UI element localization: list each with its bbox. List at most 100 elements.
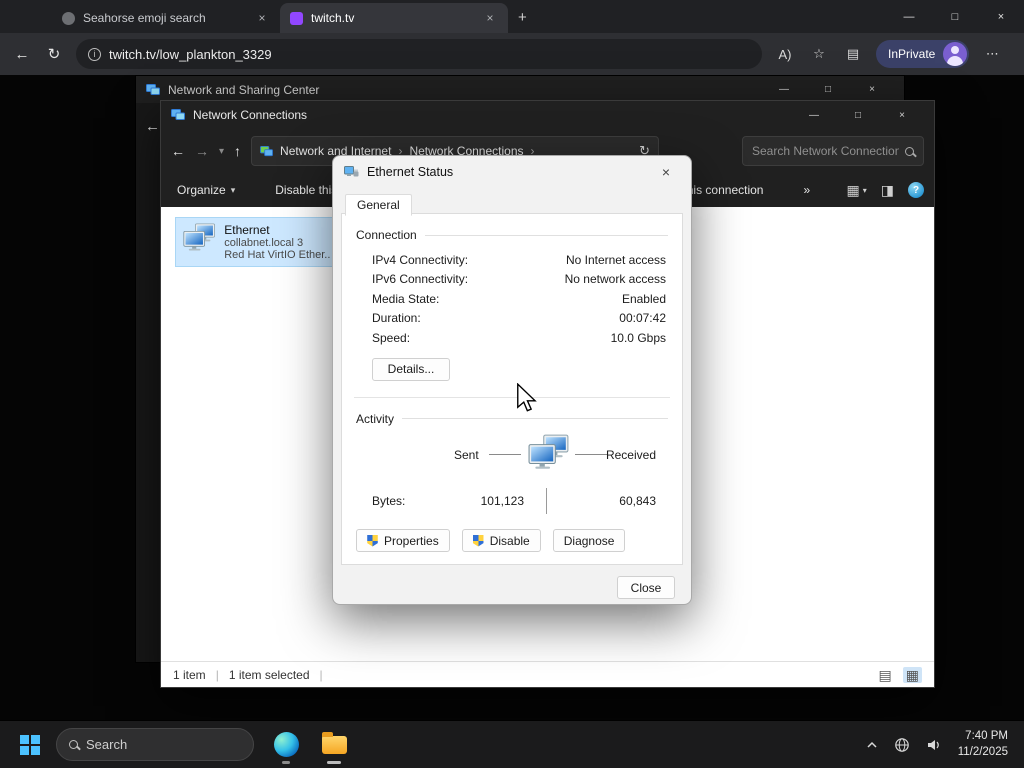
command-overflow-icon[interactable]: » — [803, 183, 810, 197]
disable-button[interactable]: Disable — [461, 529, 541, 552]
bytes-sent-value: 101,123 — [480, 493, 524, 508]
activity-diagram: Sent Received — [342, 432, 682, 480]
received-label: Received — [605, 447, 656, 462]
taskbar-edge-button[interactable] — [270, 725, 302, 765]
browser-restore-button[interactable]: □ — [932, 0, 978, 33]
bytes-received-value: 60,843 — [619, 493, 656, 508]
start-button[interactable] — [20, 734, 40, 755]
nsc-close-button[interactable]: × — [850, 76, 894, 103]
details-button[interactable]: Details... — [372, 357, 450, 381]
explorer-maximize-button[interactable]: □ — [836, 102, 880, 129]
site-info-icon[interactable]: i — [88, 47, 101, 61]
favorites-star-icon[interactable]: ☆ — [808, 46, 830, 62]
properties-button[interactable]: Properties — [356, 529, 450, 552]
browser-tab-seahorse[interactable]: Seahorse emoji search × — [52, 3, 280, 33]
browser-minimize-button[interactable]: — — [886, 0, 932, 33]
network-adapter-icon — [183, 223, 215, 251]
more-menu-icon[interactable]: ⋯ — [981, 46, 1003, 62]
volume-icon[interactable] — [926, 737, 942, 753]
view-grid-icon: ▦ — [846, 181, 860, 198]
taskbar-explorer-button[interactable] — [318, 725, 350, 765]
read-aloud-icon[interactable]: A) — [774, 47, 796, 62]
search-icon — [905, 146, 914, 156]
search-icon — [69, 740, 78, 749]
history-dropdown-icon[interactable]: ▾ — [219, 146, 224, 157]
browser-toolbar: ← ↻ i twitch.tv/low_plankton_3329 A) ☆ ▤… — [0, 33, 1024, 75]
network-globe-icon[interactable] — [894, 737, 910, 753]
thumbnail-view-icon[interactable]: ▦ — [902, 666, 922, 683]
explorer-close-button[interactable]: × — [880, 102, 924, 129]
ethernet-connection-item[interactable]: Ethernet collabnet.local 3 Red Hat VirtI… — [175, 217, 339, 267]
screen: Seahorse emoji search × twitch.tv × + — … — [0, 0, 1024, 768]
close-button[interactable]: Close — [617, 576, 675, 599]
explorer-title-text: Network Connections — [193, 108, 308, 122]
help-icon[interactable]: ? — [908, 182, 924, 198]
clock-date: 11/2/2025 — [957, 745, 1008, 758]
chevron-down-icon: ▾ — [862, 185, 867, 195]
explorer-search-input[interactable] — [752, 144, 899, 158]
tab-title: Seahorse emoji search — [83, 11, 206, 25]
tab-close-icon[interactable]: × — [254, 11, 270, 25]
address-location-icon — [260, 145, 273, 156]
network-connections-icon — [171, 109, 185, 120]
activity-connector-line — [575, 453, 607, 455]
tab-general[interactable]: General — [345, 194, 412, 216]
nsc-titlebar[interactable]: Network and Sharing Center — □ × — [136, 76, 904, 103]
taskbar-search[interactable]: Search — [56, 728, 254, 761]
inprivate-badge[interactable]: InPrivate — [876, 40, 970, 68]
explorer-status-bar: 1 item | 1 item selected | ▤ ▦ — [161, 661, 934, 687]
details-view-icon[interactable]: ▤ — [876, 667, 895, 683]
active-app-indicator — [327, 760, 341, 764]
section-divider — [354, 396, 670, 398]
profile-avatar — [943, 42, 968, 66]
bytes-label: Bytes: — [372, 493, 406, 508]
uac-shield-icon — [472, 534, 484, 547]
connection-row: Media State: Enabled — [372, 291, 666, 306]
browser-close-button[interactable]: × — [978, 0, 1024, 33]
chevron-down-icon: ▾ — [230, 184, 236, 195]
status-divider: | — [319, 667, 323, 682]
mouse-cursor — [517, 383, 537, 412]
taskbar: Search 7:40 PM 11/2/2025 — [0, 720, 1024, 768]
explorer-minimize-button[interactable]: — — [792, 102, 836, 129]
dialog-close-icon[interactable]: × — [652, 164, 680, 180]
explorer-search-box[interactable] — [742, 136, 924, 166]
preview-pane-icon: ◨ — [880, 181, 894, 198]
group-rule — [424, 234, 668, 236]
dialog-titlebar[interactable]: Ethernet Status × — [333, 156, 691, 188]
dialog-title-text: Ethernet Status — [367, 165, 454, 179]
tab-close-icon[interactable]: × — [482, 11, 498, 25]
explorer-back-button[interactable]: ← — [171, 143, 185, 159]
explorer-up-button[interactable]: ↑ — [234, 143, 241, 159]
group-rule — [402, 418, 668, 419]
edge-icon — [273, 732, 299, 757]
change-view-button[interactable]: ▦ ▾ — [847, 182, 867, 199]
connection-row: Duration: 00:07:42 — [372, 311, 666, 326]
nsc-back-button[interactable]: ← — [145, 118, 160, 135]
tray-chevron-up-icon[interactable] — [866, 740, 878, 750]
taskbar-clock[interactable]: 7:40 PM 11/2/2025 — [958, 729, 1008, 760]
item-count: 1 item — [173, 667, 206, 682]
open-app-indicator — [282, 760, 290, 764]
preview-pane-button[interactable]: ◨ — [881, 182, 894, 199]
browser-back-button[interactable]: ← — [12, 46, 32, 63]
explorer-forward-button[interactable]: → — [195, 143, 209, 159]
address-bar[interactable]: i twitch.tv/low_plankton_3329 — [76, 39, 762, 69]
sent-label: Sent — [454, 447, 479, 462]
activity-connector-line — [489, 453, 521, 455]
organize-menu[interactable]: Organize ▾ — [177, 183, 235, 197]
collections-icon[interactable]: ▤ — [842, 46, 864, 62]
new-tab-button[interactable]: + — [518, 9, 527, 26]
clock-time: 7:40 PM — [965, 729, 1008, 742]
browser-tab-strip: Seahorse emoji search × twitch.tv × + — … — [0, 0, 1024, 33]
tab-favicon — [62, 11, 75, 25]
nsc-minimize-button[interactable]: — — [762, 76, 806, 103]
diagnose-button[interactable]: Diagnose — [552, 529, 626, 552]
computer-activity-icon — [528, 434, 569, 469]
browser-refresh-button[interactable]: ↻ — [44, 45, 64, 63]
activity-group-caption: Activity — [356, 412, 668, 426]
uac-shield-icon — [367, 534, 378, 547]
browser-tab-twitch[interactable]: twitch.tv × — [280, 3, 508, 33]
nsc-maximize-button[interactable]: □ — [806, 76, 850, 103]
explorer-titlebar[interactable]: Network Connections — □ × — [161, 101, 934, 129]
